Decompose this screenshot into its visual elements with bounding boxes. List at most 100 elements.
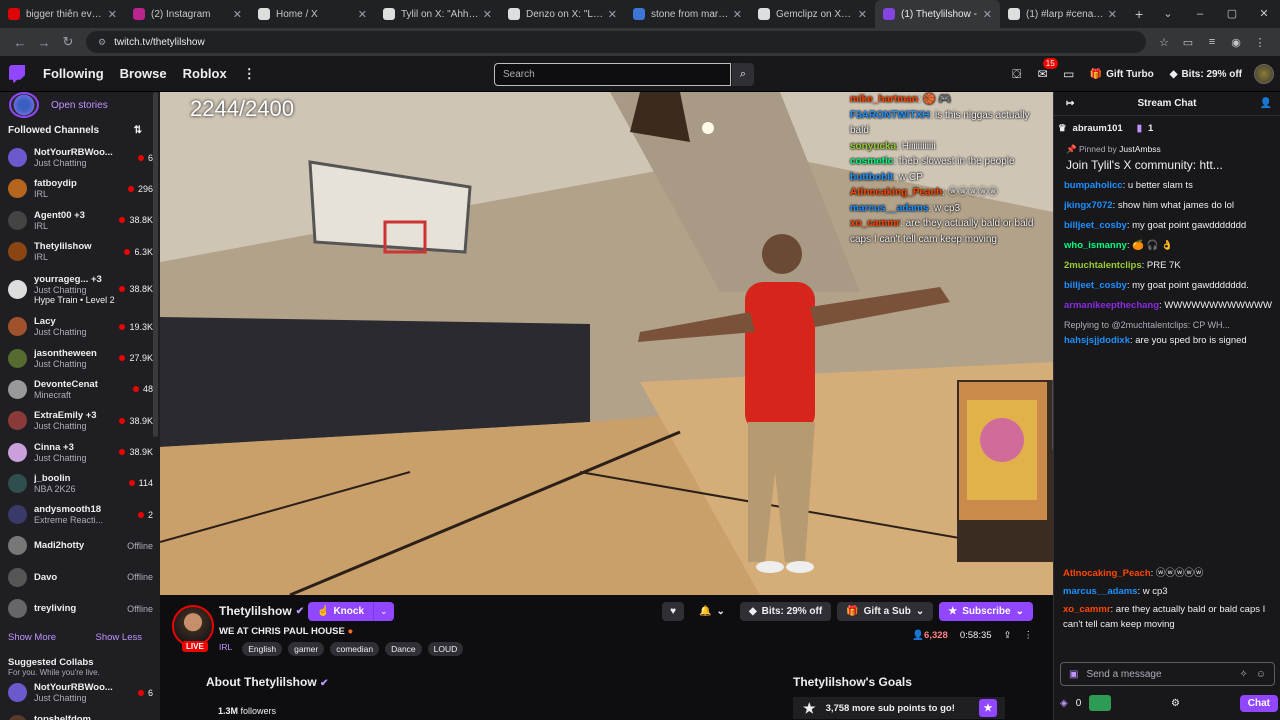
sort-icon[interactable]: ⇅: [134, 125, 142, 136]
sidebar-channel[interactable]: yourrageg... +3 Just Chatting Hype Train •…: [0, 267, 160, 311]
gift-sub-button[interactable]: 🎁 Gift a Sub ⌄: [837, 602, 934, 621]
twitch-logo-icon[interactable]: [9, 64, 25, 83]
chat-username[interactable]: billjeet_cosby: [1064, 280, 1127, 291]
pinned-message[interactable]: 📌 Pinned by JustAmbss Join Tylil's X com…: [1062, 142, 1272, 174]
sidebar-channel[interactable]: j_boolin NBA 2K26 114: [0, 468, 160, 499]
open-stories[interactable]: Open stories: [0, 92, 160, 118]
notifications-button[interactable]: 🔔 ⌄: [690, 602, 734, 621]
drops-icon[interactable]: ⛋: [1004, 67, 1030, 82]
bookmark-star-icon[interactable]: ☆: [1152, 36, 1176, 49]
browser-tab[interactable]: stone from mario - Go ✕: [625, 0, 750, 28]
browser-tab[interactable]: (1) Thetylilshow - ✕: [875, 0, 1000, 28]
chat-username[interactable]: xo_cammr: [850, 218, 900, 229]
collapse-chat-icon[interactable]: ↦: [1066, 98, 1074, 109]
browser-tab[interactable]: Denzo on X: "Larry W ✕: [500, 0, 625, 28]
sidebar-channel[interactable]: fatboydip IRL 296: [0, 173, 160, 204]
user-avatar[interactable]: [1254, 64, 1274, 84]
chat-username[interactable]: hahsjsjjdodixk: [1064, 335, 1130, 346]
browser-tab[interactable]: Gemclipz on X: "Digit ✕: [750, 0, 875, 28]
users-icon[interactable]: 👤: [1260, 98, 1272, 109]
minimize-icon[interactable]: –: [1184, 0, 1216, 28]
chat-username[interactable]: bumpaholicc: [1064, 180, 1123, 191]
chat-input[interactable]: ▣ Send a message ✧ ☺: [1060, 662, 1275, 686]
close-tab-icon[interactable]: ✕: [858, 8, 867, 21]
emote-icon[interactable]: ☺: [1256, 669, 1266, 680]
stream-tag[interactable]: Dance: [385, 642, 422, 656]
close-tab-icon[interactable]: ✕: [608, 8, 617, 21]
gift-turbo-button[interactable]: 🎁 Gift Turbo: [1090, 69, 1154, 80]
sidebar-channel[interactable]: Thetylilshow IRL 6.3K: [0, 236, 160, 267]
close-window-icon[interactable]: ✕: [1248, 0, 1280, 28]
close-tab-icon[interactable]: ✕: [733, 8, 742, 21]
sidebar-channel[interactable]: Lacy Just Chatting 19.3K: [0, 311, 160, 342]
close-tab-icon[interactable]: ✕: [983, 8, 992, 21]
browser-tab[interactable]: (1) #larp #cenat | Ka ✕: [1000, 0, 1125, 28]
sidebar-channel[interactable]: andysmooth18 Extreme Reacti... 2: [0, 499, 160, 530]
browser-tab[interactable]: Home / X ✕: [250, 0, 375, 28]
url-field[interactable]: ⚙ twitch.tv/thetylilshow: [86, 31, 1146, 53]
chat-username[interactable]: F3ARONTWITXH: [850, 110, 929, 121]
close-tab-icon[interactable]: ✕: [108, 8, 117, 21]
sidebar-channel[interactable]: Agent00 +3 IRL 38.8K: [0, 205, 160, 236]
category-link[interactable]: IRL: [219, 642, 232, 656]
chat-username[interactable]: 2muchtalentclips: [1064, 260, 1142, 271]
sub-goal[interactable]: ★ 3,758 more sub points to go! ★: [793, 697, 1005, 719]
nav-browse[interactable]: Browse: [120, 66, 167, 81]
sidebar-channel[interactable]: Cinna +3 Just Chatting 38.9K: [0, 436, 160, 467]
back-icon[interactable]: ←: [8, 35, 32, 50]
bits-cheer-icon[interactable]: ✧: [1239, 669, 1247, 680]
chat-username[interactable]: sonyucka: [850, 141, 896, 152]
sidebar-scrollbar[interactable]: [153, 92, 158, 437]
chat-username[interactable]: armanikeepthechang: [1064, 300, 1159, 311]
close-tab-icon[interactable]: ✕: [233, 8, 242, 21]
sidebar-channel[interactable]: treyliving Offline: [0, 593, 160, 624]
subscribe-button[interactable]: ★ Subscribe ⌄: [939, 602, 1033, 621]
streamer-name[interactable]: Thetylilshow: [219, 604, 292, 618]
chat-username[interactable]: cosmetic: [850, 156, 893, 167]
suggested-channel[interactable]: NotYourRBWoo... Just Chatting 6: [0, 677, 160, 708]
close-tab-icon[interactable]: ✕: [1108, 8, 1117, 21]
share-icon[interactable]: ⇪: [1004, 630, 1012, 641]
sidebar-channel[interactable]: NotYourRBWoo... Just Chatting 6: [0, 142, 160, 173]
search-input[interactable]: Search: [494, 63, 731, 86]
cast-icon[interactable]: ▭: [1176, 36, 1200, 49]
reload-icon[interactable]: ↻: [56, 34, 80, 50]
profile-icon[interactable]: ◉: [1224, 36, 1248, 49]
sidebar-channel[interactable]: DevonteCenat Minecraft 48: [0, 374, 160, 405]
nav-following[interactable]: Following: [43, 66, 104, 81]
show-more-link[interactable]: Show More: [8, 632, 56, 643]
knock-button[interactable]: ☝ Knock: [308, 602, 374, 621]
nav-roblox[interactable]: Roblox: [183, 66, 227, 81]
chat-leaderboard[interactable]: ♛ abraum101 ▮ 1: [1054, 116, 1280, 140]
chat-send-button[interactable]: Chat: [1239, 694, 1278, 712]
chat-username[interactable]: buttboblt: [850, 172, 893, 183]
chat-badge-icon[interactable]: ▣: [1069, 669, 1078, 680]
browser-tab[interactable]: (2) Instagram ✕: [125, 0, 250, 28]
stream-tag[interactable]: English: [242, 642, 283, 656]
media-icon[interactable]: ≡: [1200, 36, 1224, 48]
chat-username[interactable]: xo_cammr: [1063, 604, 1111, 615]
knock-dropdown-chevron-icon[interactable]: ⌄: [373, 602, 394, 621]
chat-username[interactable]: mike_hartman: [850, 94, 918, 105]
site-info-icon[interactable]: ⚙: [98, 37, 106, 48]
chat-username[interactable]: marcus__adams: [1063, 586, 1137, 597]
inbox-icon[interactable]: ✉ 15: [1030, 58, 1058, 81]
chat-username[interactable]: marcus__adams: [850, 203, 928, 214]
chat-username[interactable]: Atlnocaking_Peach: [1063, 568, 1151, 579]
close-tab-icon[interactable]: ✕: [483, 8, 492, 21]
stream-tag[interactable]: gamer: [288, 642, 325, 656]
bits-button[interactable]: ◆ Bits: 29% off: [1170, 69, 1242, 80]
stream-tag[interactable]: LOUD: [427, 642, 464, 656]
sidebar-channel[interactable]: ExtraEmily +3 Just Chatting 38.9K: [0, 405, 160, 436]
bits-reward-button[interactable]: [1089, 695, 1112, 711]
follow-heart-button[interactable]: ♥: [662, 602, 685, 621]
chat-username[interactable]: jkingx7072: [1064, 200, 1113, 211]
chat-settings-icon[interactable]: ⚙: [1171, 698, 1180, 709]
video-player[interactable]: 2244/2400 mike_hartman: 🏀 🎮 F3ARONTWITXH:…: [160, 92, 1053, 595]
chat-username[interactable]: billjeet_cosby: [1064, 220, 1127, 231]
channel-points-icon[interactable]: ◈: [1060, 698, 1068, 709]
browser-tab[interactable]: Tylil on X: "Ahhhh STI ✕: [375, 0, 500, 28]
close-tab-icon[interactable]: ✕: [358, 8, 367, 21]
whispers-icon[interactable]: ▭: [1056, 67, 1082, 81]
browser-menu-icon[interactable]: ⋮: [1248, 36, 1272, 49]
